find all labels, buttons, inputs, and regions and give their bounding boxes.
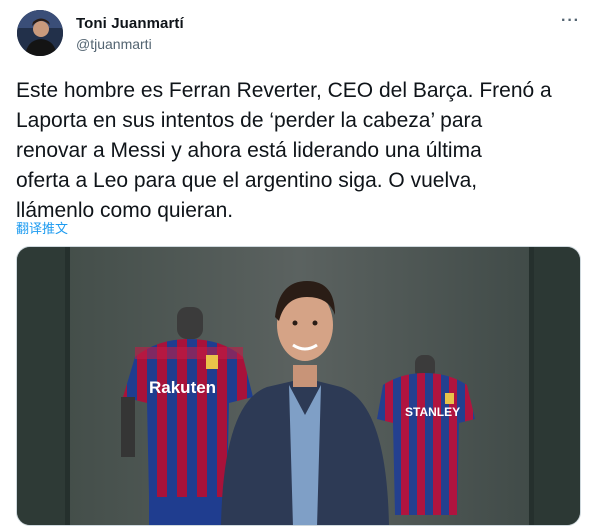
left-shirt-sponsor: Rakuten: [149, 378, 216, 397]
tweet-card: Toni Juanmartí @tjuanmarti ··· Este homb…: [0, 0, 598, 528]
tweet-photo[interactable]: Rakuten STANLEY: [16, 246, 581, 526]
tweet-text-line: renovar a Messi y ahora está liderando u…: [16, 139, 482, 162]
tweet-text-line: llámenlo como quieran.: [16, 199, 234, 222]
translate-tweet-link[interactable]: 翻译推文: [16, 218, 68, 237]
more-icon[interactable]: ···: [561, 12, 580, 30]
tweet-text-line: Este hombre es Ferran Reverter, CEO del …: [16, 79, 552, 102]
tweet-text-line: oferta a Leo para que el argentino siga.…: [16, 169, 478, 192]
tweet-text-line: Laporta en sus intentos de ‘perder la ca…: [16, 109, 483, 132]
right-shirt-sponsor: STANLEY: [405, 405, 460, 419]
author-display-name[interactable]: Toni Juanmartí: [76, 15, 184, 32]
author-avatar[interactable]: [17, 10, 63, 56]
tweet-text: Este hombre es Ferran Reverter, CEO del …: [16, 76, 582, 226]
author-handle[interactable]: @tjuanmarti: [76, 36, 152, 52]
